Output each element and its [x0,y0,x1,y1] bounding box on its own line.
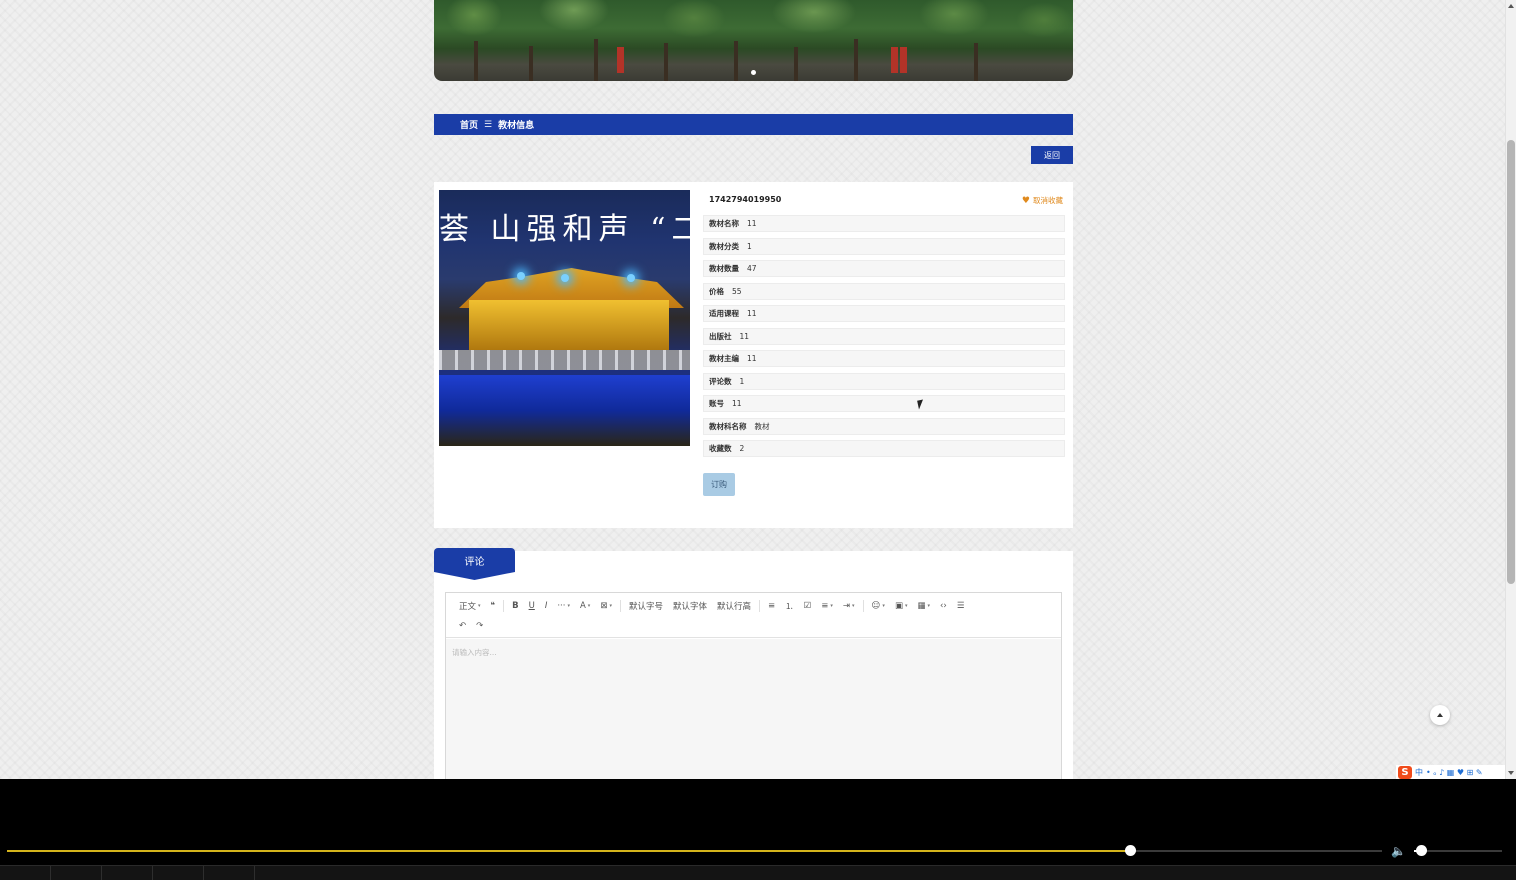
field-textbook-category: 教材分类 1 [703,238,1065,255]
comment-tab[interactable]: 评论 [434,548,515,580]
indent-icon[interactable]: ⇥ ▾ [838,599,860,613]
code-icon[interactable]: ‹› [935,599,952,613]
textbook-cover-image: 荟 山强和声 “二 [439,190,690,446]
page-scrollbar[interactable] [1505,0,1516,779]
back-to-top-button[interactable] [1430,705,1450,725]
scroll-up-icon[interactable] [1508,4,1514,8]
ime-tool-icons[interactable]: • ₒ ♪ ▦ ♥ ⊞ ✎ [1426,768,1483,777]
volume-slider[interactable] [1414,845,1502,856]
field-applicable-course: 适用课程 11 [703,305,1065,322]
redo-icon[interactable]: ↷ [471,619,488,633]
font-color-icon[interactable]: A ▾ [575,599,595,613]
emoji-icon[interactable]: ☺ ▾ [867,599,890,613]
browser-viewport: 首页 ☰ 教材信息 返回 荟 山强和声 “二 1742794019950 ♥ 取… [0,0,1505,779]
playback-progress-handle[interactable] [1125,845,1137,856]
breadcrumb-current: 教材信息 [498,121,535,131]
playback-progress-bar[interactable] [7,845,1382,856]
textbook-id: 1742794019950 [709,195,782,204]
font-size-select[interactable]: 默认字号 [624,599,668,613]
video-player-controls: 🔈 [0,779,1516,880]
cover-calligraphy: 荟 山强和声 “二 [439,212,690,247]
back-button[interactable]: 返回 [1031,146,1073,164]
italic-icon[interactable]: I [540,599,553,613]
taskbar-item[interactable] [102,866,153,880]
taskbar-item[interactable] [204,866,255,880]
background-color-icon[interactable]: ⊠ ▾ [595,599,617,613]
underline-icon[interactable]: U [524,599,540,613]
chevron-up-icon [1437,713,1443,717]
scroll-down-icon[interactable] [1508,771,1514,775]
paragraph-style-select[interactable]: 正文 ▾ [454,599,486,613]
unfavorite-label: 取消收藏 [1033,196,1063,205]
image-icon[interactable]: ▣ ▾ [890,599,913,613]
todo-icon[interactable]: ☑ [799,599,817,613]
field-textbook-name: 教材名称 11 [703,215,1065,232]
field-department-name: 教材科名称 教材 [703,418,1065,435]
volume-icon[interactable]: 🔈 [1391,844,1406,858]
editor-toolbar: 正文 ▾ ❝ B U I ··· ▾ A ▾ ⊠ ▾ 默认字号 默认字体 默认行高 ≡ … [446,593,1061,638]
playback-progress-fill [7,850,1131,852]
field-comment-count: 评论数 1 [703,373,1065,390]
scrollbar-thumb[interactable] [1507,140,1515,584]
field-price: 价格 55 [703,283,1065,300]
order-button[interactable]: 订购 [703,473,735,496]
breadcrumb-separator-icon: ☰ [484,119,493,130]
comment-section: 评论 正文 ▾ ❝ B U I ··· ▾ A ▾ ⊠ ▾ 默认字号 默认字体 默认行高 [434,548,1073,779]
breadcrumb-home[interactable]: 首页 [460,118,478,131]
carousel-dot[interactable] [751,70,756,75]
campus-banner-image [434,0,1073,81]
field-editor: 教材主编 11 [703,350,1065,367]
taskbar-item[interactable] [51,866,102,880]
unfavorite-button[interactable]: ♥ 取消收藏 [1022,195,1063,206]
field-favorite-count: 收藏数 2 [703,440,1065,457]
taskbar-item[interactable] [153,866,204,880]
font-family-select[interactable]: 默认字体 [668,599,712,613]
divider-icon[interactable]: ☰ [952,599,970,613]
bullet-list-icon[interactable]: ≡ [763,599,780,613]
ime-toolbar[interactable]: S 中 • ₒ ♪ ▦ ♥ ⊞ ✎ [1396,765,1505,779]
field-textbook-quantity: 教材数量 47 [703,260,1065,277]
comment-input[interactable]: 请输入内容... [446,639,1061,779]
undo-icon[interactable]: ↶ [454,619,471,633]
volume-handle[interactable] [1416,845,1428,856]
heart-icon: ♥ [1021,195,1030,206]
ime-mode[interactable]: 中 [1415,767,1423,778]
taskbar-item[interactable] [0,866,51,880]
align-icon[interactable]: ≡ ▾ [816,599,838,613]
field-account: 账号 11 [703,395,1065,412]
blockquote-icon[interactable]: ❝ [486,599,501,613]
rich-text-editor: 正文 ▾ ❝ B U I ··· ▾ A ▾ ⊠ ▾ 默认字号 默认字体 默认行高 ≡ … [445,592,1062,779]
line-height-select[interactable]: 默认行高 [712,599,756,613]
comment-placeholder: 请输入内容... [452,648,497,657]
numbered-list-icon[interactable]: ⒈ [780,599,799,613]
breadcrumb: 首页 ☰ 教材信息 [434,114,1073,135]
more-styles-icon[interactable]: ··· ▾ [552,599,575,613]
sogou-logo-icon: S [1398,765,1412,779]
field-publisher: 出版社 11 [703,328,1065,345]
taskbar [0,865,1516,880]
textbook-detail-card: 荟 山强和声 “二 1742794019950 ♥ 取消收藏 教材名称 11 教材… [434,182,1073,528]
table-icon[interactable]: ▦ ▾ [912,599,935,613]
bold-icon[interactable]: B [507,599,523,613]
